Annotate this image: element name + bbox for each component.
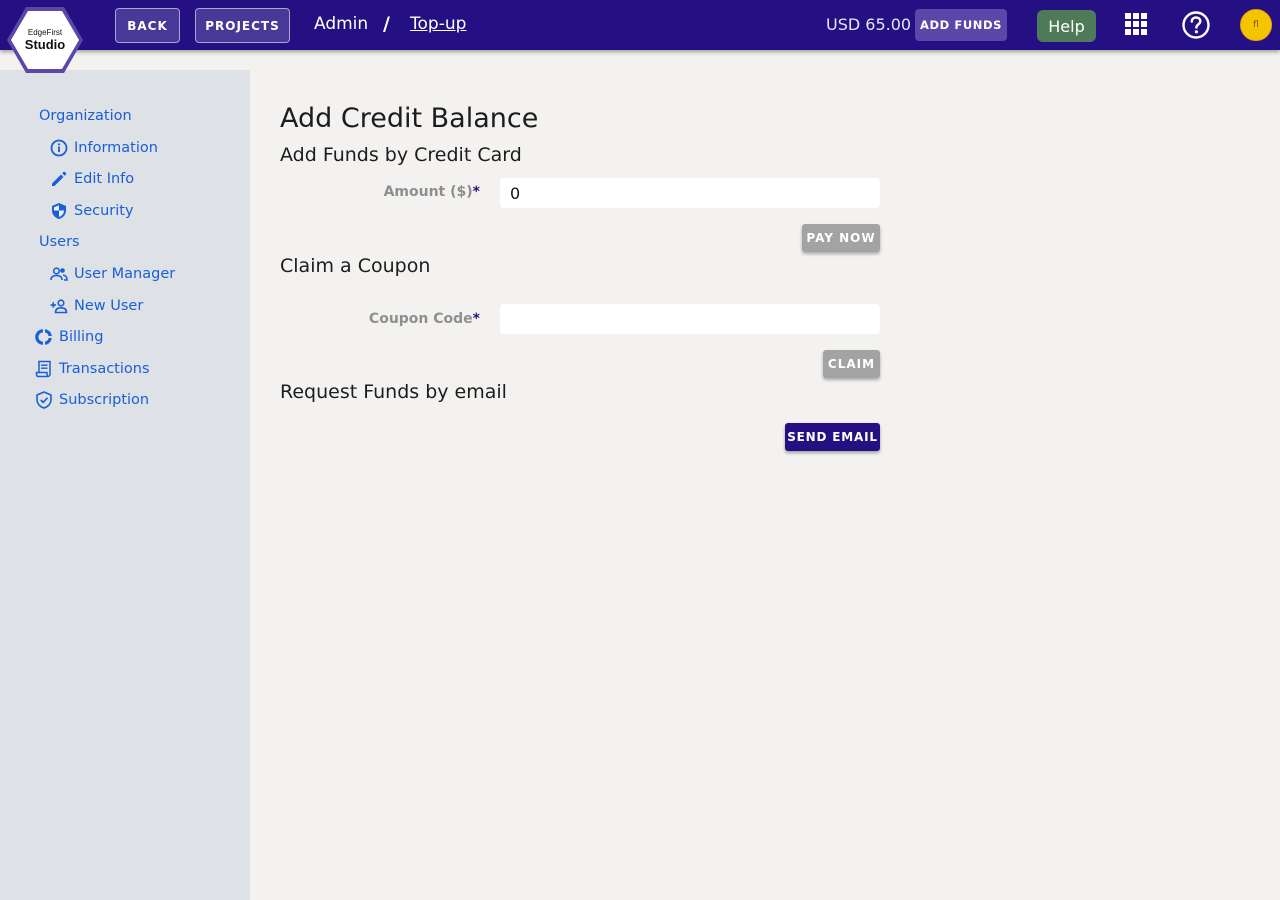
apps-grid-icon[interactable] [1125, 13, 1147, 35]
sidebar-item-label: User Manager [74, 266, 176, 282]
sidebar-item-billing[interactable]: Billing [35, 328, 103, 346]
coupon-code-label-text: Coupon Code [368, 311, 473, 327]
sidebar-item-user-manager[interactable]: User Manager [50, 265, 175, 283]
sidebar-item-organization[interactable]: Organization [39, 108, 132, 124]
pay-now-button[interactable]: PAY NOW [802, 224, 880, 252]
edgefirst-studio-logo[interactable]: EdgeFirst Studio [6, 6, 84, 74]
pencil-icon [52, 171, 67, 186]
shield-check-icon [36, 391, 52, 409]
required-mark: * [472, 311, 480, 327]
sidebar-item-label: Edit Info [74, 171, 135, 187]
sidebar-item-label: Billing [59, 329, 104, 345]
breadcrumb-current[interactable]: Top-up [410, 14, 466, 34]
sidebar-item-label: Information [74, 140, 158, 156]
coupon-code-input[interactable] [500, 304, 880, 334]
breadcrumb-separator: / [383, 13, 390, 35]
send-email-button[interactable]: SEND EMAIL [785, 423, 880, 451]
logo-small-text: EdgeFirst [27, 28, 63, 37]
amount-input[interactable] [500, 178, 880, 208]
sidebar-item-subscription[interactable]: Subscription [35, 391, 149, 409]
sidebar-item-label: New User [74, 298, 144, 314]
credit-card-heading: Add Funds by Credit Card [280, 144, 522, 166]
breadcrumb-admin[interactable]: Admin [314, 14, 368, 34]
add-funds-button[interactable]: ADD FUNDS [915, 9, 1007, 41]
sidebar-item-edit-info[interactable]: Edit Info [50, 170, 134, 188]
required-mark: * [472, 184, 480, 200]
avatar[interactable]: fl [1240, 9, 1272, 41]
top-bar: BACK PROJECTS Admin / Top-up USD 65.00 A… [0, 0, 1280, 50]
sidebar-item-label: Users [39, 234, 80, 250]
coupon-code-label: Coupon Code* [280, 311, 480, 327]
sidebar-item-label: Subscription [59, 392, 150, 408]
amount-label: Amount ($)* [280, 184, 480, 200]
projects-button[interactable]: PROJECTS [195, 8, 290, 43]
sidebar-item-security[interactable]: Security [50, 202, 134, 220]
back-button[interactable]: BACK [115, 8, 180, 43]
sidebar-item-label: Organization [39, 108, 132, 124]
sidebar-item-transactions[interactable]: Transactions [35, 360, 150, 378]
sidebar-item-label: Security [74, 203, 134, 219]
page-title: Add Credit Balance [280, 103, 539, 134]
claim-button[interactable]: CLAIM [823, 350, 880, 378]
balance-display: USD 65.00 [826, 15, 912, 34]
info-icon [50, 139, 68, 157]
amount-label-text: Amount ($) [383, 184, 473, 200]
request-funds-heading: Request Funds by email [280, 381, 507, 403]
person-add-icon [50, 299, 68, 314]
logo-big-text: Studio [24, 37, 66, 52]
people-icon [50, 267, 68, 281]
help-circle-icon[interactable] [1181, 10, 1211, 40]
sidebar [0, 70, 250, 900]
sidebar-item-users[interactable]: Users [39, 234, 80, 250]
sidebar-item-new-user[interactable]: New User [50, 297, 143, 315]
coupon-heading: Claim a Coupon [280, 255, 431, 277]
sidebar-item-information[interactable]: Information [50, 139, 158, 157]
sidebar-item-label: Transactions [59, 361, 150, 377]
shield-icon [52, 203, 66, 219]
receipt-icon [35, 360, 51, 378]
help-button[interactable]: Help [1037, 10, 1096, 42]
donut-icon [35, 329, 52, 345]
